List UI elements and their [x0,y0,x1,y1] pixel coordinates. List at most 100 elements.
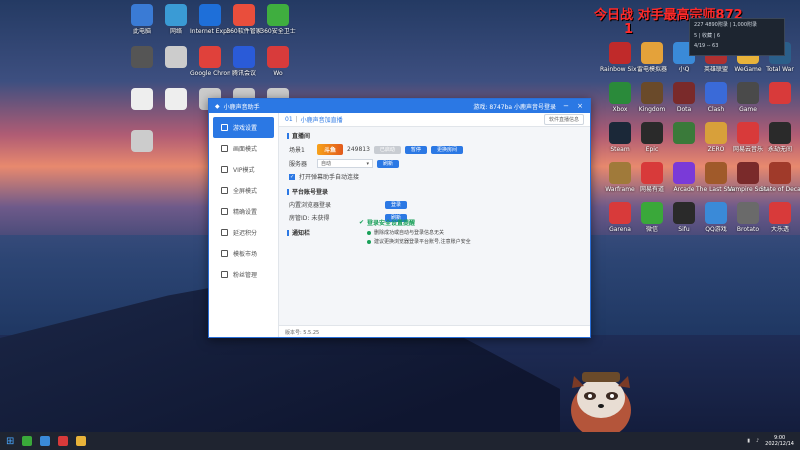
sidebar-item-icon [221,166,228,173]
app-icon [609,122,631,144]
desktop-icon-label: Epic [645,146,659,153]
app-icon [233,4,255,26]
sidebar-item-icon [221,208,228,215]
room-start-button[interactable]: 已启动 [373,145,401,154]
sidebar-item-icon [221,145,228,152]
close-button[interactable]: × [576,102,584,110]
desktop-icon[interactable] [122,130,162,154]
sidebar-item-icon [221,229,228,236]
app-icon [131,46,153,68]
desktop-icon-label: State of Decay 2 [760,186,800,193]
sidebar-item-label: 全屏模式 [233,188,258,195]
server-select[interactable]: 自动 ▾ [317,159,373,168]
server-label: 服务器 [289,161,308,168]
sidebar: 游戏设置 画面模式 VIP模式全屏模式精确设置延迟积分模板市场粉丝管理 [209,113,279,337]
sidebar-item[interactable]: 游戏设置 [213,117,274,138]
breadcrumb: 01 | 小鹿声音加直播 软件直播信息 [279,113,590,127]
sidebar-item[interactable]: 粉丝管理 [209,264,278,285]
sidebar-item[interactable]: 全屏模式 [209,180,278,201]
server-refresh-button[interactable]: 刷新 [377,159,400,168]
start-button[interactable]: ⊞ [6,436,14,447]
clock[interactable]: 9:00 2022/12/14 [765,435,794,447]
desktop-icon[interactable]: 永劫无间 [760,122,800,153]
sidebar-item-icon [221,187,228,194]
sidebar-item-icon [221,271,228,278]
app-icon [609,42,631,64]
room-number: 249813 [347,146,370,153]
app-icon [267,4,289,26]
app-icon [737,162,759,184]
breadcrumb-home[interactable]: 01 [285,116,293,123]
taskbar-app-icon[interactable] [58,436,69,446]
taskbar-app-icon[interactable] [76,436,87,446]
sidebar-item[interactable]: 模板市场 [209,243,278,264]
app-icon [769,202,791,224]
desktop-icon-label: Game [739,106,757,113]
sidebar-item-label: VIP模式 [233,167,255,174]
app-icon [131,130,153,152]
app-icon [769,122,791,144]
taskbar-app-icon[interactable] [40,436,51,446]
app-icon [737,82,759,104]
desktop-icon[interactable]: Wo [258,46,298,77]
app-icon [673,202,695,224]
app-icon [131,4,153,26]
notification-line: 4/19 -- 63 [694,43,719,49]
window-subtitle: 游戏: 8747ba 小鹿声音号登录 [473,103,556,111]
window-titlebar[interactable]: ◆ 小鹿声音助手 游戏: 8747ba 小鹿声音号登录 − × [209,99,590,113]
desktop-icon-label: Total War [766,66,794,73]
taskbar-app-icon[interactable] [22,436,33,446]
minimize-button[interactable]: − [562,102,570,110]
sidebar-item[interactable]: VIP模式 [209,159,278,180]
app-icon [769,162,791,184]
login-button[interactable]: 登录 [385,200,408,209]
app-icon [641,82,663,104]
desktop-icon[interactable]: 360安全卫士 [258,4,298,35]
account-section-title: 平台账号登录 [279,183,590,198]
network-icon[interactable]: ▮ [747,438,750,444]
app-icon [769,82,791,104]
app-icon [165,88,187,110]
app-logo-icon: ◆ [215,102,220,110]
notification-line: 227 4890附录 | 1,000附录 [694,22,758,28]
account-row-login: 内置浏览器登录 登录 [279,198,590,211]
desktop-icon-label: 大乐透 [770,226,789,233]
volume-icon[interactable]: ♪ [756,438,759,444]
app-icon [737,122,759,144]
sidebar-item[interactable]: 延迟积分 [209,222,278,243]
desktop-icon-label: 永劫无间 [767,146,792,153]
sidebar-item-label: 延迟积分 [233,230,258,237]
notification-line: 5 | 收藏 | 6 [694,33,721,39]
shield-check-icon: ✔ [359,219,365,226]
app-icon [199,4,221,26]
pause-button[interactable]: 暂停 [404,145,427,154]
change-room-button[interactable]: 更换房间 [430,145,463,154]
sidebar-item-icon [221,124,228,131]
account-login-label: 内置浏览器登录 [289,202,332,209]
live-info-button[interactable]: 软件直播信息 [543,114,584,125]
room-row: 场景1 斗鱼 249813 已启动 暂停 更换房间 [279,142,590,157]
sidebar-item-label: 模板市场 [233,251,258,258]
system-tray: ▮ ♪ 9:00 2022/12/14 [747,435,794,447]
auto-connect-label: 打开弹幕助手自动连接 [299,174,360,181]
app-icon [609,202,631,224]
app-icon [705,82,727,104]
auto-connect-checkbox[interactable]: ✓ [289,173,295,180]
app-icon [131,88,153,110]
sidebar-item[interactable]: 画面模式 [209,138,278,159]
notification-popup[interactable]: 227 4890附录 | 1,000附录 5 | 收藏 | 6 4/19 -- … [689,18,785,56]
desktop-icon[interactable]: State of Decay 2 [760,162,800,193]
desktop-icon[interactable]: 大乐透 [760,202,800,233]
desktop-icon[interactable] [760,82,800,106]
app-icon [641,162,663,184]
app-icon [609,162,631,184]
version-footer: 版本号: 5.5.25 [279,325,590,337]
app-icon [165,4,187,26]
sidebar-item-label: 精确设置 [233,209,258,216]
app-window: ◆ 小鹿声音助手 游戏: 8747ba 小鹿声音号登录 − × 游戏设置 画面模式… [208,98,591,338]
app-icon [673,82,695,104]
desktop-icon-label: 360安全卫士 [260,28,296,35]
sidebar-item[interactable]: 精确设置 [209,201,278,222]
app-icon [673,162,695,184]
taskbar: ⊞ ▮ ♪ 9:00 2022/12/14 [0,432,800,450]
